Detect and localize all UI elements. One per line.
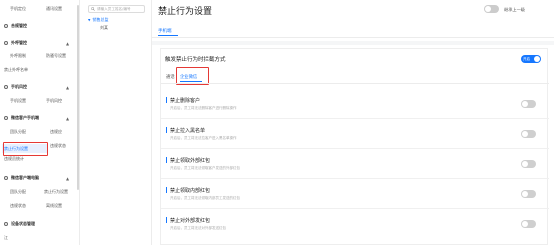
section-label: 微信客户手机端 [11, 115, 39, 120]
divider [161, 178, 549, 179]
rule-toggle[interactable] [521, 130, 536, 138]
rule-description: 开启后，员工将无法领取内部员工发送的红包 [170, 196, 240, 200]
tree-node-child[interactable]: 刘某 [100, 25, 108, 31]
app-root: 手机定位 通讯设置 合规管控 外呼管控 ▲ 外呼限制 防骚号设置 禁止外呼名单 … [0, 0, 554, 245]
chevron-up-icon: ▲ [66, 84, 70, 90]
caret-down-icon: ▼ [88, 18, 91, 22]
sidebar-item-anti-harass[interactable]: 防骚号设置 [46, 53, 66, 59]
rule-toggle[interactable] [521, 220, 536, 228]
section-icon [4, 116, 8, 120]
rule-name: 禁止对外部发红包 [170, 218, 211, 224]
rule-description: 开启后，员工将无法领取客户发送的外部红包 [170, 166, 240, 170]
chevron-up-icon: ▲ [66, 40, 70, 46]
sidebar-item-outbound-limit[interactable]: 外呼限制 [10, 53, 26, 59]
section-icon [4, 85, 8, 89]
rule-description: 开启后，员工将无法对外部发送红包 [170, 226, 226, 230]
rule-name: 禁止删除客户 [170, 98, 201, 104]
sidebar-item-team-assign[interactable]: 团队分配 [10, 129, 26, 135]
settings-panel: 触发禁止行为时拦截方式 开启 通话 企业微信 禁止删除客户 开启后，员工将无法删… [160, 48, 549, 245]
section-label: 合规管控 [11, 23, 27, 28]
rule-name: 禁止领取外部红包 [170, 158, 211, 164]
divider [161, 148, 549, 149]
section-label: 设备状态管理 [11, 221, 35, 226]
search-icon [91, 7, 95, 11]
sidebar-scrollbar[interactable] [77, 5, 79, 190]
sidebar-item-bottom[interactable]: 江 [4, 235, 8, 241]
rule-name: 禁止拉入黑名单 [170, 128, 206, 134]
sidebar-item-blocked-list[interactable]: 禁止外呼名单 [4, 67, 28, 73]
section-spacer [152, 41, 554, 45]
rule-marker [166, 127, 168, 133]
section-label: 手机风控 [11, 84, 27, 89]
section-label: 外呼管控 [11, 40, 27, 45]
inherit-label: 继承上一级 [504, 7, 525, 12]
rule-marker [166, 187, 168, 193]
sidebar-item-violation-status[interactable]: 违规状态 [50, 143, 66, 149]
section-icon [4, 176, 8, 180]
search-placeholder: 请输入员工姓名/编号 [97, 6, 131, 11]
tree-node-label: 销售总监 [92, 17, 109, 22]
tree-search-input[interactable]: 请输入员工姓名/编号 [88, 5, 145, 13]
rule-toggle[interactable] [521, 190, 536, 198]
section-icon [4, 41, 8, 45]
subtab-call[interactable]: 通话 [166, 74, 175, 80]
tree-node-root[interactable]: ▼ 销售总监 [88, 17, 108, 23]
rule-marker [166, 97, 168, 103]
sidebar-item-violation[interactable]: 违规应 [50, 129, 62, 135]
org-tree-panel: 请输入员工姓名/编号 ▼ 销售总监 刘某 ‹ [80, 0, 228, 245]
toggle-label: 开启 [523, 56, 530, 61]
rule-toggle[interactable] [521, 100, 536, 108]
sidebar-item-comm-settings[interactable]: 通讯设置 [46, 6, 62, 12]
sidebar-item-offline-settings[interactable]: 离线设置 [46, 203, 62, 209]
chevron-up-icon: ▲ [66, 115, 70, 121]
page-title: 禁止行为设置 [158, 7, 213, 17]
panel-title: 触发禁止行为时拦截方式 [165, 57, 226, 63]
left-sidebar: 手机定位 通讯设置 合规管控 外呼管控 ▲ 外呼限制 防骚号设置 禁止外呼名单 … [0, 0, 80, 245]
section-icon [4, 24, 8, 28]
tab-mobile[interactable]: 手机端 [158, 28, 172, 34]
sidebar-item-phone-risk[interactable]: 手机风控 [46, 98, 62, 104]
divider [152, 37, 554, 38]
sidebar-item-violation-status-pc[interactable]: 违规状态 [10, 203, 26, 209]
section-label: 微信客户端电脑 [11, 175, 39, 180]
main-content: 禁止行为设置 继承上一级 手机端 触发禁止行为时拦截方式 开启 通话 企业微信 … [152, 0, 554, 245]
sidebar-item-phone-location[interactable]: 手机定位 [10, 6, 26, 12]
rule-description: 开启后，员工将无法删除客户进行删除操作 [170, 106, 237, 110]
highlight-box [3, 142, 48, 156]
sidebar-item-team-assign-pc[interactable]: 团队分配 [10, 189, 26, 195]
rule-marker [166, 157, 168, 163]
chevron-up-icon: ▲ [66, 175, 70, 181]
rule-marker [166, 217, 168, 223]
rule-description: 开启后，员工将无法拉客户进入黑名单操作 [170, 136, 237, 140]
tab-underline [158, 35, 178, 36]
inherit-toggle[interactable] [484, 5, 499, 13]
sidebar-item-violator-stats[interactable]: 违规员统计 [4, 156, 24, 162]
section-icon [4, 222, 8, 226]
sidebar-item-phone-settings[interactable]: 手机设置 [10, 98, 26, 104]
divider [161, 83, 549, 84]
divider [161, 118, 549, 119]
rule-name: 禁止领取内部红包 [170, 188, 211, 194]
rule-toggle[interactable] [521, 160, 536, 168]
intercept-toggle[interactable]: 开启 [521, 55, 541, 63]
sidebar-item-forbidden-pc[interactable]: 禁止行为设置 [44, 189, 68, 195]
divider [161, 208, 549, 209]
